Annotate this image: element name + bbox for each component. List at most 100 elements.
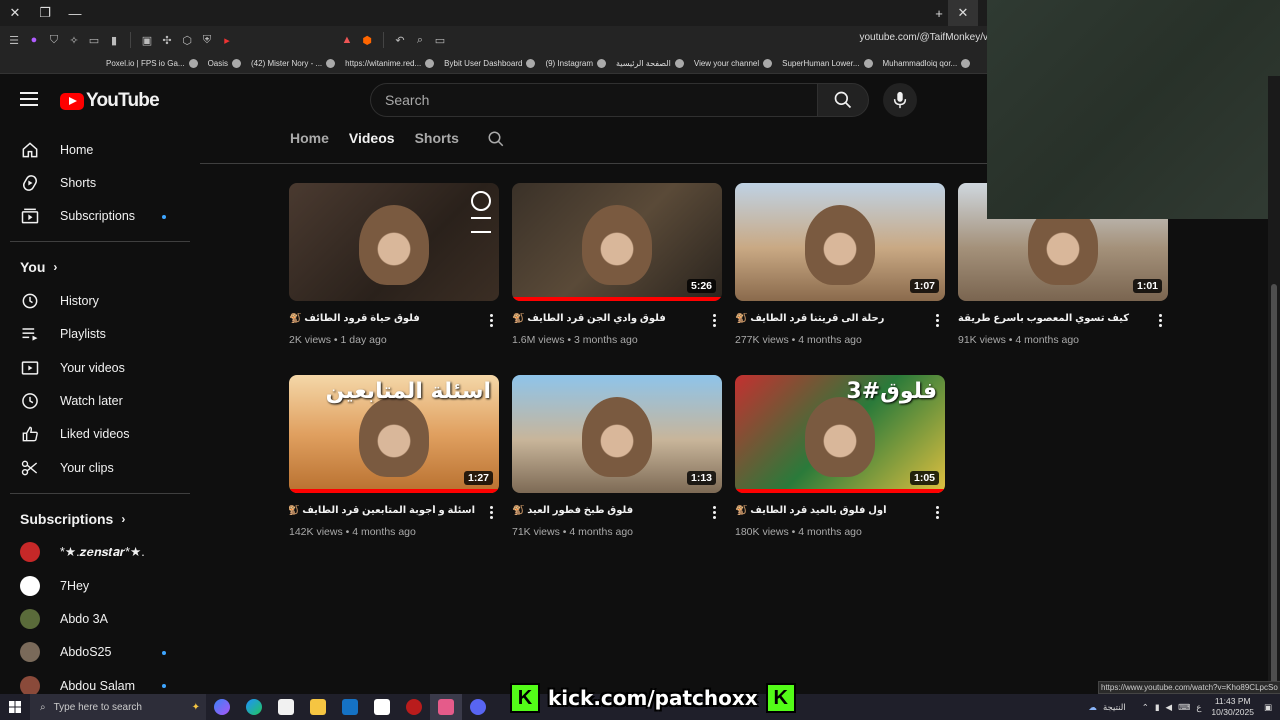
video-title[interactable]: اسئلة و أجوبة المتابعين قرد الطايف 🐒 xyxy=(289,505,475,516)
add-to-queue-icon[interactable] xyxy=(471,217,491,233)
outlook-icon[interactable] xyxy=(334,694,366,720)
bookmark-icon[interactable]: ▸ xyxy=(217,30,237,50)
screenshot-icon[interactable]: ▣ xyxy=(137,30,157,50)
video-thumbnail[interactable]: 1:07 xyxy=(735,183,945,301)
bookmark-item[interactable]: View your channel xyxy=(694,59,773,68)
bookmark-item[interactable]: (9) Instagram xyxy=(545,59,607,68)
pin-icon[interactable]: ✧ xyxy=(64,30,84,50)
video-title[interactable]: فلوق طبخ فطور العيد 🐒 xyxy=(512,505,698,516)
vpn-icon[interactable]: ⬡ xyxy=(177,30,197,50)
sidebar-item-your-videos[interactable]: Your videos xyxy=(0,351,200,384)
minimize-icon[interactable]: — xyxy=(60,0,90,26)
network-icon[interactable]: ▮ xyxy=(1155,702,1160,713)
more-actions-icon[interactable] xyxy=(712,314,716,327)
bookmark-item[interactable]: Bybit User Dashboard xyxy=(444,59,536,68)
more-actions-icon[interactable] xyxy=(935,314,939,327)
bookmark-item[interactable]: https://witanime.red... xyxy=(345,59,435,68)
file-explorer-icon[interactable] xyxy=(302,694,334,720)
video-thumbnail[interactable]: فلوق#3 1:05 xyxy=(735,375,945,493)
store-icon[interactable] xyxy=(270,694,302,720)
video-thumbnail[interactable]: 1:13 xyxy=(512,375,722,493)
zoom-icon[interactable]: ⌕ xyxy=(410,30,430,50)
subscriptions-section-heading[interactable]: Subscriptions › xyxy=(0,502,200,536)
notifications-icon[interactable]: ▣ xyxy=(1264,702,1272,713)
weather-icon[interactable]: ☁ xyxy=(1089,702,1098,713)
discord-icon[interactable] xyxy=(462,694,494,720)
bookmark-item[interactable]: الصفحة الرئيسية xyxy=(616,59,684,68)
keyboard-icon[interactable]: ⌨ xyxy=(1178,702,1190,713)
video-title[interactable]: فلوق وادي الجن قرد الطايف 🐒 xyxy=(512,313,698,324)
weather-label[interactable]: النتيجة xyxy=(1103,702,1126,713)
tab-videos[interactable]: Videos xyxy=(349,130,395,146)
taskbar-search[interactable]: ⌕ Type here to search ✦ xyxy=(30,694,206,720)
video-thumbnail[interactable] xyxy=(289,183,499,301)
channel-search-icon[interactable] xyxy=(487,130,505,153)
more-actions-icon[interactable] xyxy=(489,506,493,519)
video-card[interactable]: فلوق حياة قرود الطائف 🐒 2K views • 1 day … xyxy=(289,183,499,346)
alert-icon[interactable]: ▲ xyxy=(337,30,357,50)
start-button[interactable] xyxy=(0,694,30,720)
copilot-icon[interactable] xyxy=(206,694,238,720)
sidebar-item-history[interactable]: History xyxy=(0,284,200,317)
sidebar-item-shorts[interactable]: Shorts xyxy=(0,166,200,199)
bookmark-item[interactable]: Poxel.io | FPS io Ga... xyxy=(106,59,198,68)
back-icon[interactable]: ↶ xyxy=(390,30,410,50)
video-title[interactable]: كيف تسوي المعصوب بأسرع طريقة xyxy=(958,313,1144,324)
video-thumbnail[interactable]: 5:26 xyxy=(512,183,722,301)
video-title[interactable]: رحلة الى قريتنا قرد الطايف 🐒 xyxy=(735,313,921,324)
page-scrollbar[interactable] xyxy=(1268,76,1280,720)
more-actions-icon[interactable] xyxy=(489,314,493,327)
you-section-heading[interactable]: You › xyxy=(0,250,200,284)
extensions-icon[interactable]: ✣ xyxy=(157,30,177,50)
search-button[interactable] xyxy=(817,83,869,117)
youtube-logo[interactable]: YouTube xyxy=(60,90,160,112)
sidebar-icon[interactable]: ▮ xyxy=(104,30,124,50)
app-icon[interactable] xyxy=(398,694,430,720)
shield-icon[interactable]: ⛉ xyxy=(44,30,64,50)
sidebar-item-playlists[interactable]: Playlists xyxy=(0,318,200,351)
subscription-channel[interactable]: 7Hey xyxy=(0,569,200,602)
subscription-channel[interactable]: *★.𝒛𝒆𝒏𝒔𝒕𝒂𝒓*★. xyxy=(0,536,200,569)
clock[interactable]: 11:43 PM 10/30/2025 xyxy=(1211,696,1254,718)
tab-home[interactable]: Home xyxy=(290,130,329,146)
voice-search-button[interactable] xyxy=(883,83,917,117)
video-title[interactable]: أول فلوق بالعيد قرد الطايف 🐒 xyxy=(735,505,921,516)
wallet-icon[interactable]: ▭ xyxy=(84,30,104,50)
extension-icon[interactable]: ● xyxy=(24,30,44,50)
video-thumbnail[interactable]: اسئلة المتابعين 1:27 xyxy=(289,375,499,493)
subscription-channel[interactable]: Abdou Salam xyxy=(0,669,200,694)
language-indicator-icon[interactable]: ع xyxy=(1196,702,1201,713)
watch-later-icon[interactable] xyxy=(471,191,491,211)
brave-browser-icon[interactable] xyxy=(430,694,462,720)
bookmark-item[interactable]: Muhammadloiq qor... xyxy=(883,59,971,68)
video-title[interactable]: فلوق حياة قرود الطائف 🐒 xyxy=(289,313,475,324)
close-icon[interactable]: ✕ xyxy=(0,0,30,26)
menu-icon[interactable]: ☰ xyxy=(4,30,24,50)
volume-icon[interactable]: ◀ xyxy=(1166,702,1173,713)
bookmark-item[interactable]: SuperHuman Lower... xyxy=(782,59,873,68)
restore-window-icon[interactable]: ❐ xyxy=(30,0,60,26)
bookmark-item[interactable]: Oasis xyxy=(208,59,242,68)
cast-icon[interactable]: ▭ xyxy=(430,30,450,50)
video-card[interactable]: اسئلة المتابعين 1:27 اسئلة و أجوبة المتابع… xyxy=(289,375,499,538)
chevron-up-icon[interactable]: ⌃ xyxy=(1142,702,1149,713)
video-card[interactable]: 1:07 رحلة الى قريتنا قرد الطايف 🐒 277K vie… xyxy=(735,183,945,346)
video-card[interactable]: 5:26 فلوق وادي الجن قرد الطايف 🐒 1.6M view… xyxy=(512,183,722,346)
edge-icon[interactable] xyxy=(238,694,270,720)
more-actions-icon[interactable] xyxy=(712,506,716,519)
subscription-channel[interactable]: AbdoS25 xyxy=(0,636,200,669)
capcut-icon[interactable] xyxy=(366,694,398,720)
address-bar[interactable]: youtube.com/@TaifMonkey/v xyxy=(859,32,988,43)
video-card[interactable]: فلوق#3 1:05 أول فلوق بالعيد قرد الطايف 🐒 18… xyxy=(735,375,945,538)
close-tab-icon[interactable]: ✕ xyxy=(948,0,978,26)
brave-icon[interactable]: ⬢ xyxy=(357,30,377,50)
sidebar-item-watch-later[interactable]: Watch later xyxy=(0,384,200,417)
tab-shorts[interactable]: Shorts xyxy=(415,130,459,146)
hamburger-menu-icon[interactable] xyxy=(20,92,38,106)
subscription-channel[interactable]: Abdo 3A xyxy=(0,602,200,635)
more-actions-icon[interactable] xyxy=(1158,314,1162,327)
sidebar-item-your-clips[interactable]: Your clips xyxy=(0,451,200,484)
scrollbar-thumb[interactable] xyxy=(1271,284,1277,720)
more-actions-icon[interactable] xyxy=(935,506,939,519)
sidebar-item-subscriptions[interactable]: Subscriptions xyxy=(0,200,200,233)
